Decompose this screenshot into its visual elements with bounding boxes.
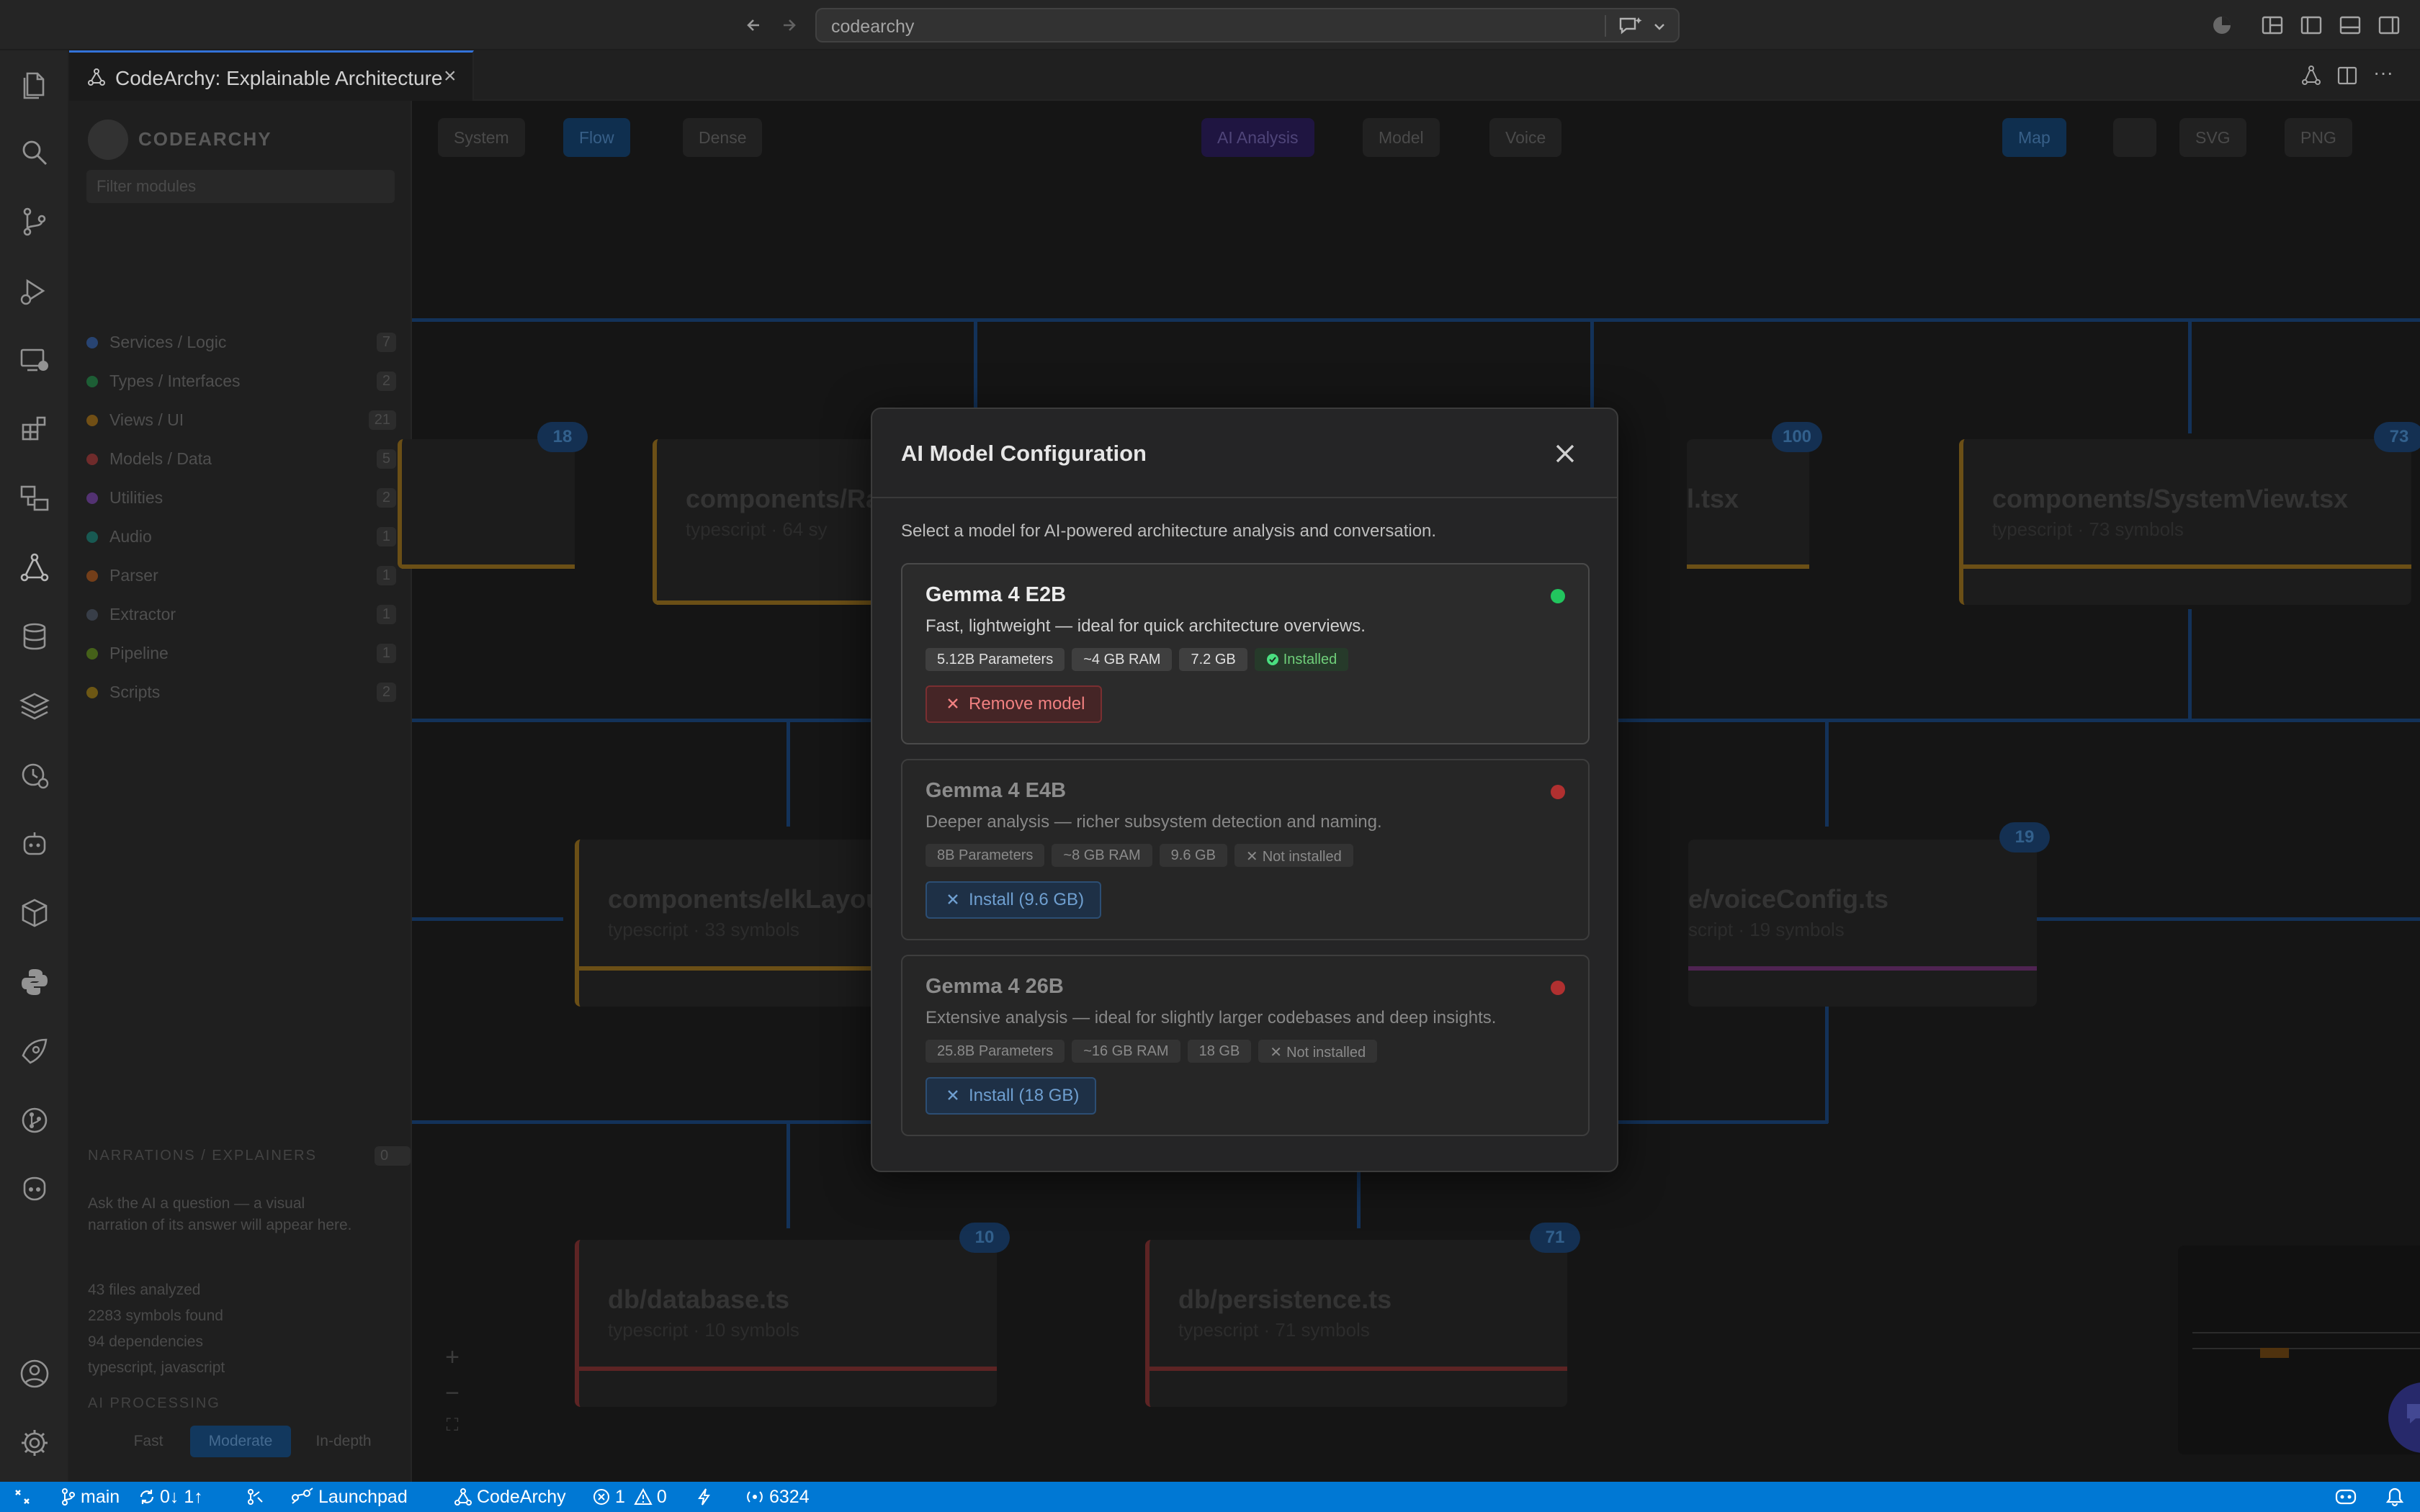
radio-tower-icon [747, 1491, 763, 1503]
model-description: Fast, lightweight — ideal for quick arch… [926, 616, 1366, 636]
install-model-label: Install (9.6 GB) [969, 890, 1085, 909]
check-circle-icon [1266, 654, 1278, 665]
status-dot-not-installed [1551, 785, 1565, 799]
warning-icon [634, 1488, 653, 1505]
notifications-bell-icon[interactable] [2384, 1486, 2410, 1508]
error-count: 1 [615, 1487, 625, 1507]
port-label: 6324 [769, 1487, 810, 1507]
model-name: Gemma 4 E4B [926, 779, 1067, 802]
ram-chip: ~8 GB RAM [1052, 844, 1152, 867]
x-icon [948, 698, 958, 708]
git-branch-item[interactable]: main [60, 1486, 120, 1508]
remote-indicator-icon[interactable] [13, 1486, 36, 1508]
size-chip: 9.6 GB [1159, 844, 1227, 867]
launchpad-icon [292, 1488, 313, 1504]
model-card-gemma-e2b[interactable]: Gemma 4 E2B Fast, lightweight — ideal fo… [901, 563, 1590, 744]
branch-label: main [81, 1487, 120, 1507]
model-specs: 25.8B Parameters ~16 GB RAM 18 GB ✕ Not inst… [926, 1040, 1384, 1064]
branch-icon [62, 1488, 75, 1506]
codearchy-status-icon [454, 1488, 472, 1506]
model-description: Deeper analysis — richer subsystem detec… [926, 812, 1382, 832]
warning-count: 0 [656, 1487, 667, 1507]
model-specs: 5.12B Parameters ~4 GB RAM 7.2 GB Installed [926, 648, 1355, 672]
status-bar: main 0↓ 1↑ Launchpad CodeArchy 10 6324 [0, 1482, 2420, 1512]
size-chip: 7.2 GB [1179, 648, 1247, 671]
copilot-status-icon[interactable] [2334, 1486, 2362, 1508]
error-icon [593, 1489, 609, 1505]
model-card-gemma-26b[interactable]: Gemma 4 26B Extensive analysis — ideal f… [901, 955, 1590, 1136]
model-card-gemma-e4b[interactable]: Gemma 4 E4B Deeper analysis — richer sub… [901, 759, 1590, 940]
params-chip: 5.12B Parameters [926, 648, 1065, 671]
dialog-header: AI Model Configuration [872, 409, 1617, 498]
codearchy-label: CodeArchy [477, 1487, 566, 1507]
problems-item[interactable]: 10 [592, 1486, 667, 1508]
x-mark-icon: ✕ [1270, 1045, 1283, 1061]
model-description: Extensive analysis — ideal for slightly … [926, 1008, 1497, 1027]
x-icon [948, 1090, 958, 1100]
not-installed-label: Not installed [1262, 849, 1342, 865]
status-dot-not-installed [1551, 981, 1565, 995]
dialog-description: Select a model for AI-powered architectu… [901, 521, 1437, 541]
sync-item[interactable]: 0↓ 1↑ [138, 1486, 203, 1508]
params-chip: 25.8B Parameters [926, 1040, 1065, 1063]
not-installed-label: Not installed [1286, 1045, 1366, 1061]
not-installed-badge: ✕ Not installed [1234, 844, 1353, 867]
x-mark-icon: ✕ [1245, 849, 1258, 865]
installed-badge: Installed [1254, 648, 1349, 671]
launchpad-item[interactable]: Launchpad [290, 1486, 408, 1508]
x-icon [948, 894, 958, 904]
installed-label: Installed [1283, 652, 1337, 667]
size-chip: 18 GB [1187, 1040, 1252, 1063]
model-specs: 8B Parameters ~8 GB RAM 9.6 GB ✕ Not install… [926, 844, 1361, 868]
ram-chip: ~16 GB RAM [1072, 1040, 1180, 1063]
params-chip: 8B Parameters [926, 844, 1045, 867]
remove-model-button[interactable]: Remove model [926, 685, 1103, 723]
dialog-title: AI Model Configuration [901, 441, 1147, 466]
close-icon[interactable] [1548, 436, 1582, 471]
ports-item[interactable]: 6324 [745, 1486, 810, 1508]
install-model-button[interactable]: Install (18 GB) [926, 1077, 1097, 1115]
not-installed-badge: ✕ Not installed [1258, 1040, 1378, 1063]
model-name: Gemma 4 E2B [926, 583, 1067, 606]
lightning-icon[interactable] [696, 1486, 717, 1508]
codearchy-item[interactable]: CodeArchy [454, 1486, 566, 1508]
status-dot-installed [1551, 589, 1565, 603]
launchpad-label: Launchpad [318, 1487, 408, 1507]
sync-label: 0↓ 1↑ [160, 1487, 203, 1507]
install-model-button[interactable]: Install (9.6 GB) [926, 881, 1102, 919]
model-name: Gemma 4 26B [926, 975, 1064, 998]
gitlens-item-icon[interactable] [245, 1486, 269, 1508]
ai-model-config-dialog: AI Model Configuration Select a model fo… [871, 408, 1618, 1172]
remove-model-label: Remove model [969, 694, 1085, 714]
sync-icon [140, 1490, 154, 1504]
install-model-label: Install (18 GB) [969, 1086, 1080, 1105]
ram-chip: ~4 GB RAM [1072, 648, 1173, 671]
